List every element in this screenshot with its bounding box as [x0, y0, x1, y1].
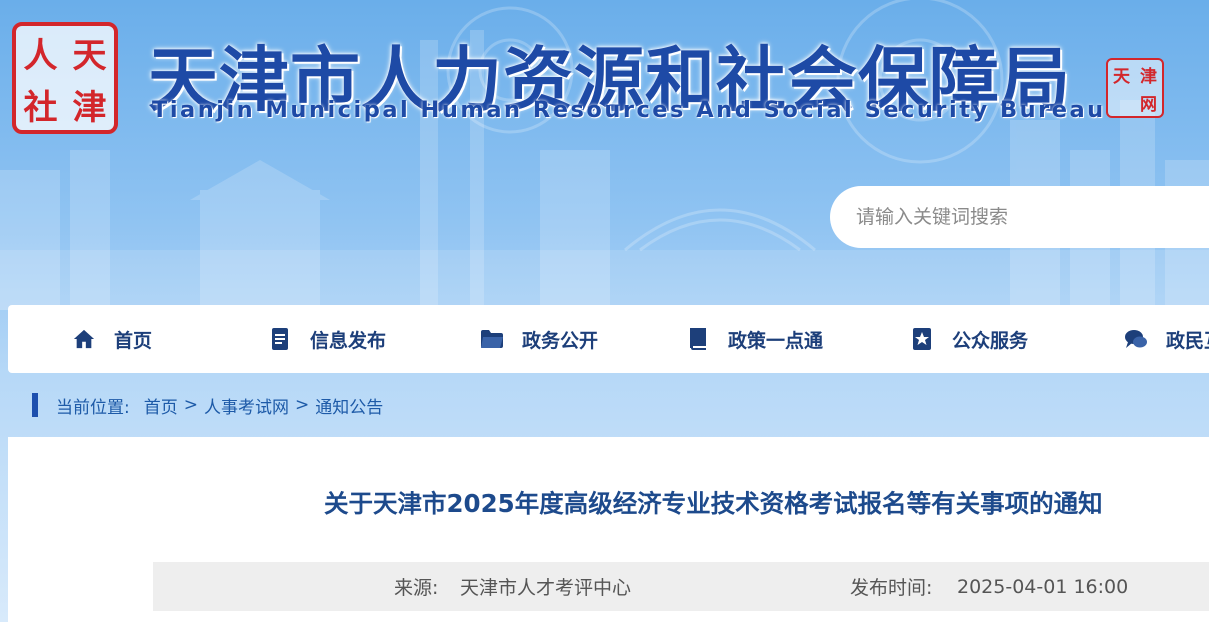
publish-time-value: 2025-04-01 16:00: [957, 575, 1129, 598]
document-icon: [268, 327, 292, 351]
breadcrumb-link-home[interactable]: 首页: [144, 393, 178, 418]
stamp-char: 网: [1140, 94, 1157, 115]
site-subtitle: Tianjin Municipal Human Resources And So…: [152, 97, 1106, 123]
nav-item-label: 公众服务: [952, 329, 1029, 352]
breadcrumb-separator: >: [183, 395, 198, 415]
nav-item-label: 政务公开: [522, 329, 599, 352]
stamp-char: 天: [1113, 66, 1130, 87]
breadcrumb-link-notices[interactable]: 通知公告: [315, 393, 383, 418]
bookmark-star-icon: [910, 327, 934, 351]
nav-item-info-release[interactable]: 信息发布: [268, 305, 386, 373]
home-icon: [72, 327, 96, 351]
nav-item-label: 首页: [114, 329, 153, 352]
search-input[interactable]: [856, 206, 1186, 228]
breadcrumb-separator: >: [294, 395, 310, 415]
stamp-char: [1108, 88, 1135, 116]
bureau-logo[interactable]: 人 天 社 津: [12, 22, 118, 134]
article-title: 关于天津市2025年度高级经济专业技术资格考试报名等有关事项的通知: [324, 489, 1103, 518]
breadcrumb-prefix: 当前位置:: [56, 397, 130, 418]
search-box[interactable]: [830, 186, 1209, 248]
article-meta: 来源: 天津市人才考评中心 发布时间: 2025-04-01 16:00: [153, 562, 1209, 611]
article-panel: 关于天津市2025年度高级经济专业技术资格考试报名等有关事项的通知 来源: 天津…: [8, 437, 1209, 622]
book-icon: [686, 327, 710, 351]
nav-item-public-service[interactable]: 公众服务: [910, 305, 1028, 373]
nav-item-interaction[interactable]: 政民互动: [1124, 305, 1209, 373]
logo-char: 天: [72, 35, 107, 76]
chat-icon: [1124, 327, 1148, 351]
folder-icon: [480, 327, 504, 351]
breadcrumb: 当前位置: 首页 > 人事考试网 > 通知公告: [32, 393, 383, 418]
breadcrumb-link-exam[interactable]: 人事考试网: [204, 393, 289, 418]
tianjin-net-stamp: 天 津 网: [1106, 58, 1164, 118]
logo-char: 人: [23, 35, 58, 76]
nav-item-policy[interactable]: 政策一点通: [686, 305, 823, 373]
nav-item-gov-affairs[interactable]: 政务公开: [480, 305, 598, 373]
publish-time-label: 发布时间:: [850, 577, 933, 599]
nav-item-label: 政民互动: [1166, 329, 1209, 352]
stamp-char: 津: [1140, 66, 1157, 87]
logo-char: 津: [72, 87, 107, 128]
nav-item-home[interactable]: 首页: [72, 305, 152, 373]
nav-item-label: 政策一点通: [728, 329, 824, 352]
nav-item-label: 信息发布: [310, 329, 387, 352]
source-label: 来源:: [394, 577, 439, 599]
source-value: 天津市人才考评中心: [460, 577, 632, 599]
main-nav: 首页 信息发布 政务公开 政策一点通 公众服务 政民互动: [8, 305, 1209, 373]
logo-char: 社: [23, 87, 58, 128]
breadcrumb-marker: [32, 393, 38, 417]
